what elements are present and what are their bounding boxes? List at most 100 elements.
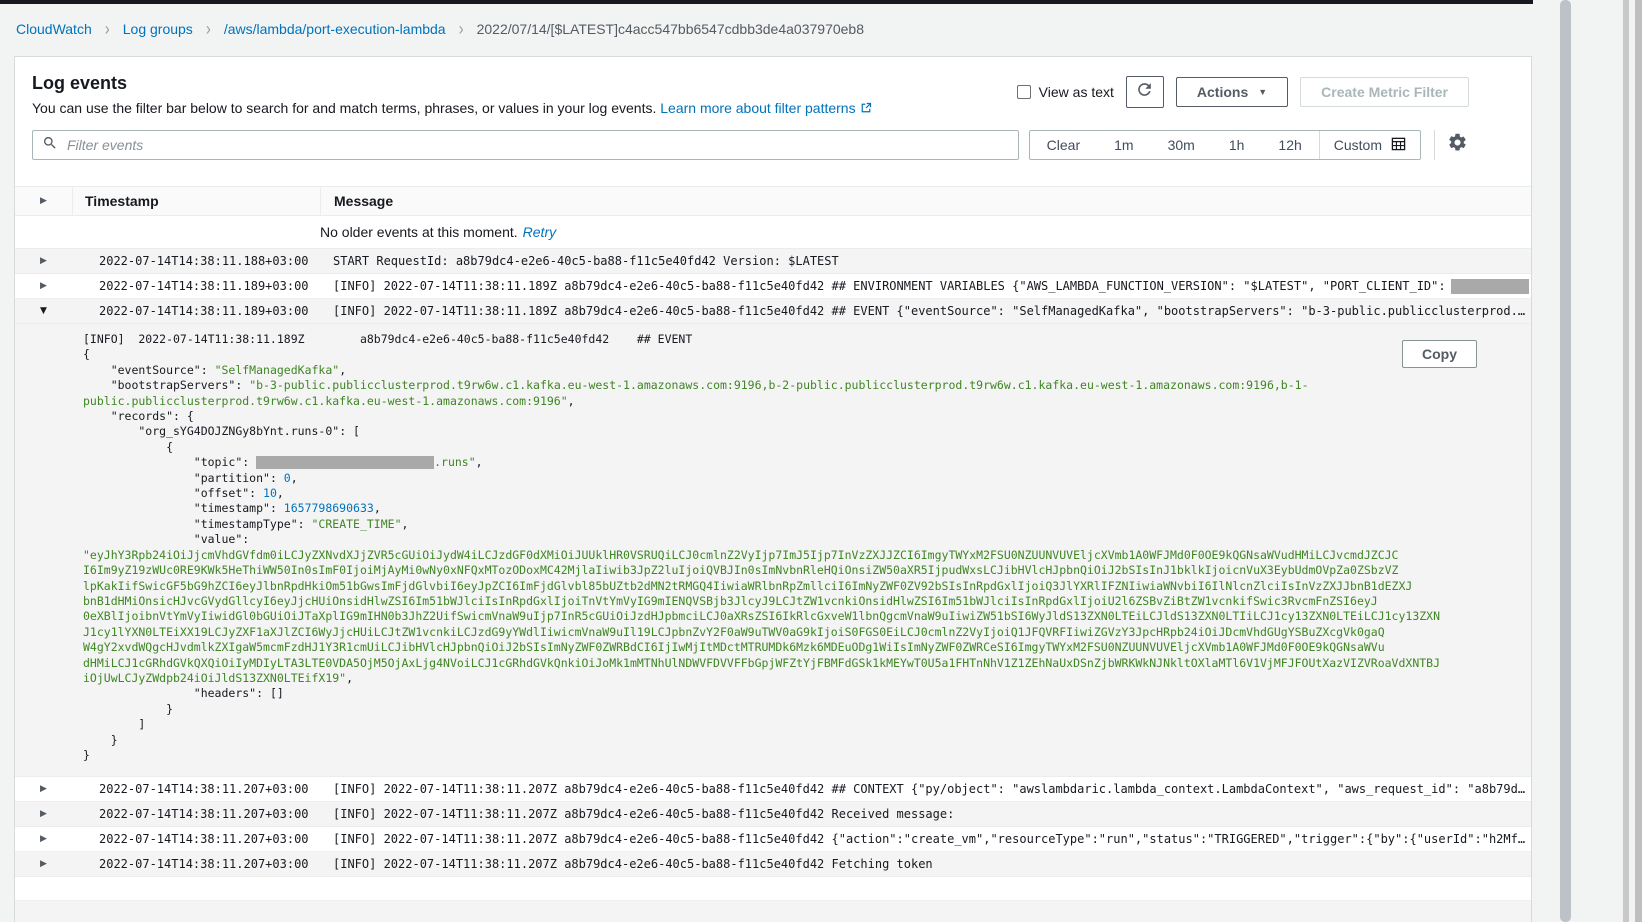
event-json-line: 0eXBlIjoibnVtYmVyIiwidGl0bGUiOiJTaXplIG9…	[83, 609, 1491, 624]
filter-events-box[interactable]	[32, 130, 1019, 160]
event-json-line: W4gY2xvdWQgcHJvdmlkZXIgaW5mcmFzdHJ1Y3R1c…	[83, 640, 1491, 655]
event-json-line: }	[83, 733, 1491, 748]
page-description: You can use the filter bar below to sear…	[32, 100, 872, 117]
chevron-right-icon: ›	[105, 18, 110, 39]
time-range-clear[interactable]: Clear	[1030, 131, 1097, 159]
log-event-row: ▶2022-07-14T14:38:11.189+03:00[INFO] 202…	[15, 274, 1531, 299]
event-json-line: "value":	[83, 532, 1491, 547]
event-json-line: "offset": 10,	[83, 486, 1491, 501]
time-range-custom[interactable]: Custom	[1319, 131, 1420, 159]
expand-caret-icon[interactable]: ▶	[15, 834, 72, 844]
event-timestamp: 2022-07-14T14:38:11.207+03:00	[72, 807, 320, 821]
event-message: [INFO] 2022-07-14T11:38:11.189Z a8b79dc4…	[320, 279, 1531, 294]
window-scrollbar[interactable]	[1623, 0, 1629, 922]
event-json-line: "eyJhY3Rpb24iOiJjcmVhdGVfdm0iLCJyZXNvdXJ…	[83, 548, 1491, 563]
event-message: [INFO] 2022-07-14T11:38:11.207Z a8b79dc4…	[320, 807, 1531, 821]
expand-caret-icon[interactable]: ▶	[15, 859, 72, 869]
learn-more-link[interactable]: Learn more about filter patterns	[660, 100, 871, 116]
retry-link[interactable]: Retry	[523, 224, 556, 240]
event-json-line: ]	[83, 717, 1491, 732]
expanded-event-detail: [INFO] 2022-07-14T11:38:11.189Z a8b79dc4…	[15, 324, 1531, 777]
refresh-button[interactable]	[1126, 76, 1164, 108]
view-as-text-checkbox[interactable]	[1017, 85, 1031, 99]
view-as-text-toggle[interactable]: View as text	[1017, 84, 1114, 100]
event-json-line: "records": {	[83, 409, 1491, 424]
event-message: [INFO] 2022-07-14T11:38:11.207Z a8b79dc4…	[320, 857, 1531, 871]
window-scrollbar-edge[interactable]	[1635, 0, 1642, 922]
time-range-30m[interactable]: 30m	[1151, 131, 1212, 159]
caret-down-icon: ▼	[1258, 87, 1267, 97]
event-timestamp: 2022-07-14T14:38:11.207+03:00	[72, 857, 320, 871]
filter-bar: Clear 1m 30m 1h 12h Custom	[32, 130, 1514, 160]
empty-row	[15, 877, 1531, 901]
breadcrumb-log-groups[interactable]: Log groups	[123, 21, 193, 37]
event-message: [INFO] 2022-07-14T11:38:11.207Z a8b79dc4…	[320, 832, 1531, 846]
collapse-caret-icon[interactable]: ▼	[15, 306, 72, 316]
log-event-row: ▶2022-07-14T14:38:11.207+03:00[INFO] 202…	[15, 827, 1531, 852]
banner-text: No older events at this moment.	[320, 224, 518, 240]
actions-button[interactable]: Actions ▼	[1176, 77, 1288, 107]
log-event-row: ▶2022-07-14T14:38:11.188+03:00START Requ…	[15, 249, 1531, 274]
event-json-line: "org_sYG4DOJZNGy8bYnt.runs-0": [	[83, 424, 1491, 439]
event-json-line: "partition": 0,	[83, 471, 1491, 486]
event-json-line: bnB1dHMiOnsicHJvcGVydGllcyI6eyJjcHUiOnsi…	[83, 594, 1491, 609]
copy-button[interactable]: Copy	[1402, 340, 1477, 368]
log-table-body: ▶2022-07-14T14:38:11.188+03:00START Requ…	[15, 249, 1531, 877]
chevron-right-icon: ›	[459, 18, 464, 39]
create-metric-filter-button[interactable]: Create Metric Filter	[1300, 77, 1469, 107]
event-json-line: "timestamp": 1657798690633,	[83, 501, 1491, 516]
event-json-line: "timestampType": "CREATE_TIME",	[83, 517, 1491, 532]
expand-caret-icon[interactable]: ▶	[15, 281, 72, 291]
custom-label: Custom	[1334, 137, 1382, 153]
event-json-line: lpKakIifSwicGF5bG9hZCI6eyJlbnRpdHkiOm51b…	[83, 579, 1491, 594]
search-icon	[42, 135, 58, 156]
message-column-header: Message	[320, 187, 1531, 215]
external-link-icon	[860, 101, 872, 117]
event-json-line: "headers": []	[83, 686, 1491, 701]
expand-all-caret-icon[interactable]: ▶	[15, 196, 72, 206]
breadcrumb-cloudwatch[interactable]: CloudWatch	[16, 21, 92, 37]
event-json-line: {	[83, 440, 1491, 455]
panel-scrollbar[interactable]	[1560, 0, 1571, 922]
calendar-icon	[1391, 136, 1406, 154]
expand-caret-icon[interactable]: ▶	[15, 784, 72, 794]
chevron-right-icon: ›	[206, 18, 211, 39]
time-range-12h[interactable]: 12h	[1261, 131, 1318, 159]
actions-label: Actions	[1197, 84, 1248, 100]
breadcrumb: CloudWatch › Log groups › /aws/lambda/po…	[0, 4, 1642, 54]
view-as-text-label: View as text	[1039, 84, 1114, 100]
event-json-line: }	[83, 748, 1491, 763]
breadcrumb-log-group-name[interactable]: /aws/lambda/port-execution-lambda	[224, 21, 446, 37]
event-timestamp: 2022-07-14T14:38:11.189+03:00	[72, 304, 320, 318]
page-title: Log events	[32, 72, 872, 94]
breadcrumb-log-stream: 2022/07/14/[$LATEST]c4acc547bb6547cdbb3d…	[477, 21, 864, 37]
event-timestamp: 2022-07-14T14:38:11.207+03:00	[72, 832, 320, 846]
divider	[1434, 130, 1435, 160]
filter-events-input[interactable]	[65, 136, 1009, 154]
event-message: [INFO] 2022-07-14T11:38:11.189Z a8b79dc4…	[320, 304, 1531, 318]
event-json-line: iOjUwLCJyZWdpb24iOiJldS13ZXN0LTEifX19",	[83, 671, 1491, 686]
log-event-row: ▼2022-07-14T14:38:11.189+03:00[INFO] 202…	[15, 299, 1531, 324]
gear-icon	[1447, 132, 1468, 158]
time-range-1h[interactable]: 1h	[1212, 131, 1262, 159]
event-json-line: dHMiLCJ1cGRhdGVkQXQiOiIyMDIyLTA3LTE0VDA5…	[83, 656, 1491, 671]
log-table-header: ▶ Timestamp Message	[15, 186, 1531, 216]
log-event-row: ▶2022-07-14T14:38:11.207+03:00[INFO] 202…	[15, 802, 1531, 827]
timestamp-column-header: Timestamp	[72, 187, 320, 215]
description-text: You can use the filter bar below to sear…	[32, 100, 656, 116]
time-range-control: Clear 1m 30m 1h 12h Custom	[1029, 130, 1421, 160]
event-timestamp: 2022-07-14T14:38:11.189+03:00	[72, 279, 320, 293]
event-json-line: public.publicclusterprod.t9rw6w.c1.kafka…	[83, 394, 1491, 409]
event-json-line: {	[83, 347, 1491, 362]
expand-caret-icon[interactable]: ▶	[15, 809, 72, 819]
refresh-icon	[1135, 80, 1154, 104]
log-event-row: ▶2022-07-14T14:38:11.207+03:00[INFO] 202…	[15, 777, 1531, 802]
panel-header: Log events You can use the filter bar be…	[15, 57, 1531, 117]
event-json-line: [INFO] 2022-07-14T11:38:11.189Z a8b79dc4…	[83, 332, 1491, 347]
time-range-1m[interactable]: 1m	[1097, 131, 1150, 159]
event-message: START RequestId: a8b79dc4-e2e6-40c5-ba88…	[320, 254, 1531, 268]
event-message: [INFO] 2022-07-14T11:38:11.207Z a8b79dc4…	[320, 782, 1531, 796]
expand-all-cell: ▶	[15, 196, 72, 206]
expand-caret-icon[interactable]: ▶	[15, 256, 72, 266]
preferences-button[interactable]	[1447, 132, 1468, 158]
